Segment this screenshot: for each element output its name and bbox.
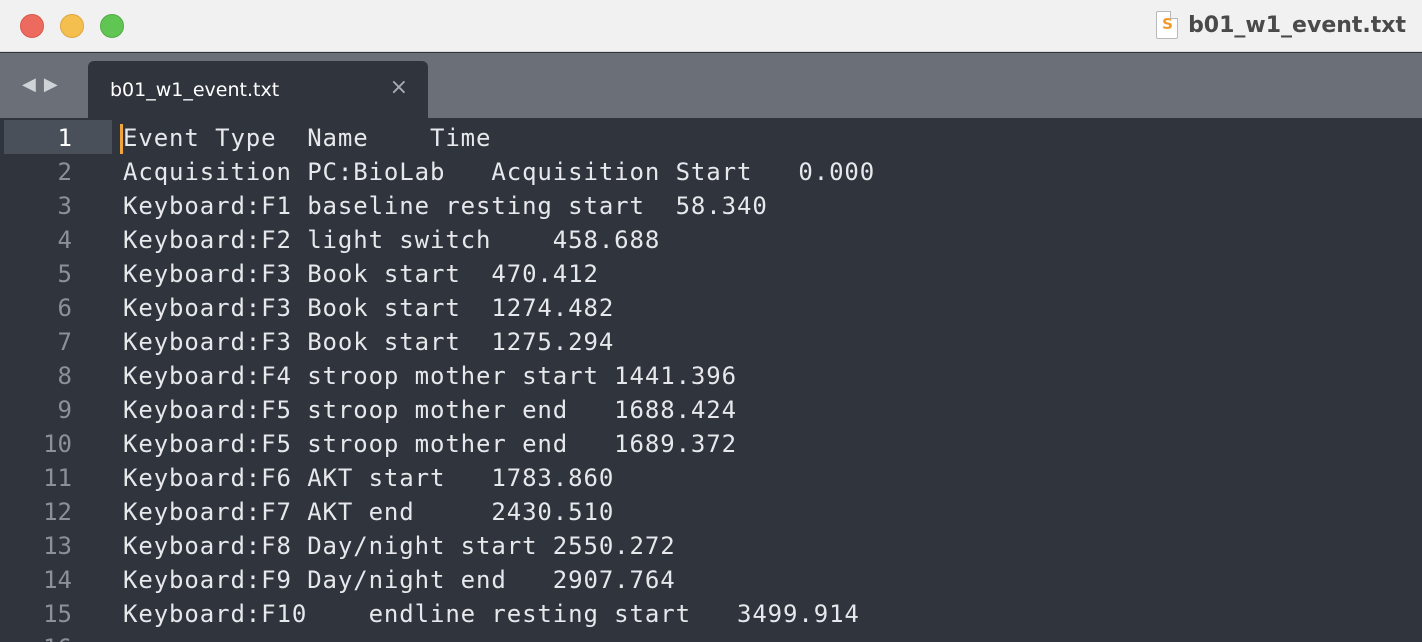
line-text: Event Type Name Time (123, 124, 492, 152)
line-number: 9 (57, 396, 72, 424)
editor-line[interactable]: 15 Keyboard:F10 endline resting start 349… (0, 596, 1422, 630)
line-number: 14 (43, 566, 72, 594)
chevron-left-icon[interactable]: ◀ (22, 75, 36, 93)
editor-line[interactable]: 3 Keyboard:F1 baseline resting start 58.3… (0, 188, 1422, 222)
tab-navigation: ◀ ▶ (22, 75, 58, 93)
editor-line[interactable]: 2 Acquisition PC:BioLab Acquisition Start… (0, 154, 1422, 188)
editor-line[interactable]: 1 Event Type Name Time (0, 120, 1422, 154)
line-number: 8 (57, 362, 72, 390)
editor-line[interactable]: 6 Keyboard:F3 Book start 1274.482 (0, 290, 1422, 324)
line-number: 15 (43, 600, 72, 628)
close-tab-icon[interactable]: × (390, 77, 408, 99)
line-number: 16 (0, 634, 72, 642)
line-number: 12 (43, 498, 72, 526)
line-text: Keyboard:F3 Book start 1274.482 (123, 294, 615, 322)
line-number: 1 (57, 124, 72, 152)
line-text: Keyboard:F9 Day/night end 2907.764 (123, 566, 676, 594)
maximize-window-button[interactable] (100, 14, 124, 38)
tab-label: b01_w1_event.txt (110, 79, 280, 101)
tab-bar: ◀ ▶ b01_w1_event.txt × (0, 53, 1422, 118)
window-title-text: b01_w1_event.txt (1188, 12, 1406, 38)
line-text: Keyboard:F2 light switch 458.688 (123, 226, 661, 254)
editor-line[interactable]: 9 Keyboard:F5 stroop mother end 1688.424 (0, 392, 1422, 426)
line-number: 4 (57, 226, 72, 254)
editor-line[interactable]: 4 Keyboard:F2 light switch 458.688 (0, 222, 1422, 256)
line-number: 7 (57, 328, 72, 356)
line-text: Keyboard:F3 Book start 470.412 (123, 260, 599, 288)
close-window-button[interactable] (20, 14, 44, 38)
chevron-right-icon[interactable]: ▶ (44, 75, 58, 93)
line-number: 10 (43, 430, 72, 458)
title-bar: S b01_w1_event.txt (0, 0, 1422, 52)
editor-line[interactable]: 8 Keyboard:F4 stroop mother start 1441.39… (0, 358, 1422, 392)
minimize-window-button[interactable] (60, 14, 84, 38)
line-text: Keyboard:F5 stroop mother end 1688.424 (123, 396, 737, 424)
text-editor[interactable]: 1 Event Type Name Time 2 Acquisition PC:Bio… (0, 118, 1422, 642)
line-text: Acquisition PC:BioLab Acquisition Start … (123, 158, 876, 186)
window-title: S b01_w1_event.txt (1156, 10, 1406, 40)
line-text: Keyboard:F4 stroop mother start 1441.396 (123, 362, 737, 390)
editor-line[interactable]: 12 Keyboard:F7 AKT end 2430.510 (0, 494, 1422, 528)
editor-line[interactable]: 5 Keyboard:F3 Book start 470.412 (0, 256, 1422, 290)
line-number: 11 (43, 464, 72, 492)
line-number: 5 (57, 260, 72, 288)
editor-line[interactable]: 13 Keyboard:F8 Day/night start 2550.272 (0, 528, 1422, 562)
editor-line[interactable]: 7 Keyboard:F3 Book start 1275.294 (0, 324, 1422, 358)
line-number: 13 (43, 532, 72, 560)
sublime-file-icon: S (1156, 11, 1179, 39)
line-number: 2 (57, 158, 72, 186)
line-text: Keyboard:F6 AKT start 1783.860 (123, 464, 615, 492)
line-text: Keyboard:F10 endline resting start 3499.… (123, 600, 860, 628)
line-text: Keyboard:F7 AKT end 2430.510 (123, 498, 615, 526)
editor-line[interactable]: 10 Keyboard:F5 stroop mother end 1689.372 (0, 426, 1422, 460)
editor-line[interactable]: 16 (0, 630, 1422, 642)
line-text: Keyboard:F8 Day/night start 2550.272 (123, 532, 676, 560)
line-number: 3 (57, 192, 72, 220)
editor-line[interactable]: 14 Keyboard:F9 Day/night end 2907.764 (0, 562, 1422, 596)
line-text: Keyboard:F5 stroop mother end 1689.372 (123, 430, 737, 458)
line-text: Keyboard:F3 Book start 1275.294 (123, 328, 615, 356)
editor-line[interactable]: 11 Keyboard:F6 AKT start 1783.860 (0, 460, 1422, 494)
tab-b01-w1-event[interactable]: b01_w1_event.txt × (88, 61, 428, 118)
line-text: Keyboard:F1 baseline resting start 58.34… (123, 192, 768, 220)
line-number: 6 (57, 294, 72, 322)
